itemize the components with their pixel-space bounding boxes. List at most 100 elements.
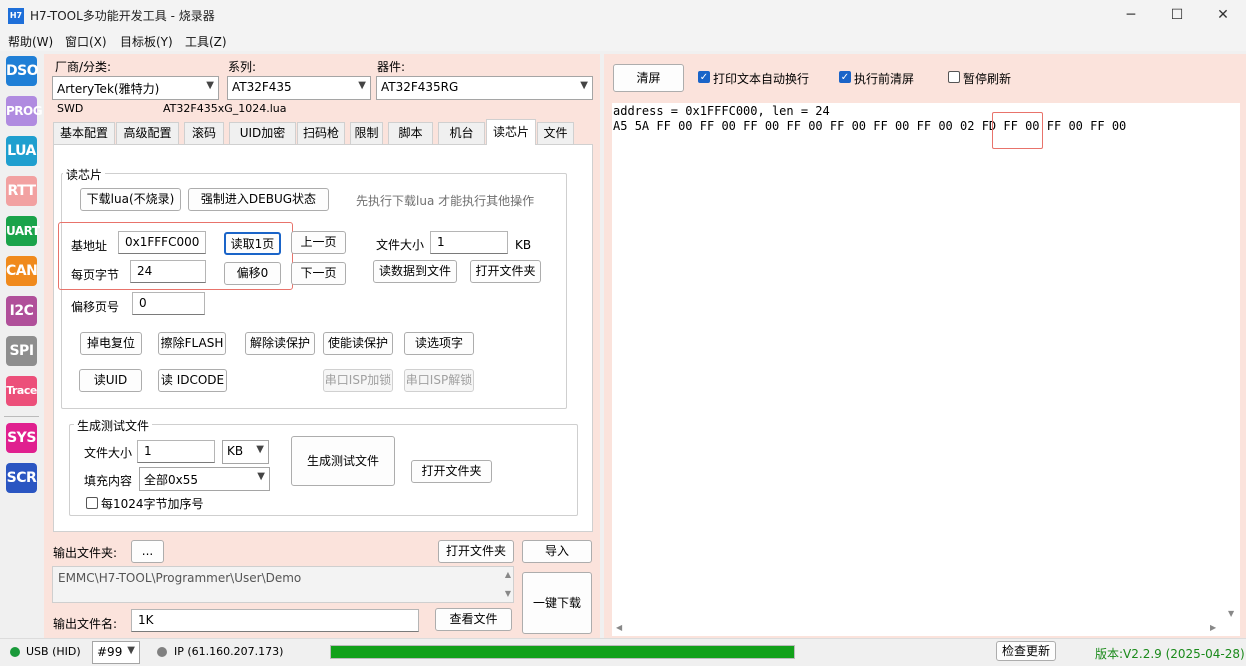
wrap-checkbox[interactable]: ✓ — [698, 71, 710, 83]
read-idcode-button[interactable]: 读 IDCODE — [158, 369, 227, 392]
seq-checkbox[interactable] — [86, 497, 98, 509]
browse-button[interactable]: ... — [131, 540, 164, 563]
chevron-down-icon: ▼ — [257, 471, 265, 482]
clear-screen-button[interactable]: 清屏 — [613, 64, 684, 92]
isp-unlock-button[interactable]: 串口ISP解锁 — [404, 369, 474, 392]
console-line-address: address = 0x1FFFC000, len = 24 — [613, 104, 830, 118]
menu-tools[interactable]: 工具(Z) — [185, 33, 227, 50]
tab-9[interactable]: 文件 — [537, 122, 574, 144]
menu-target[interactable]: 目标板(Y) — [120, 33, 173, 50]
sidebar-item-i2c[interactable]: I2C — [6, 296, 37, 326]
hint-text: 先执行下载lua 才能执行其他操作 — [356, 194, 535, 208]
isp-lock-button[interactable]: 串口ISP加锁 — [323, 369, 393, 392]
console-hscrollbar[interactable]: ◀ ▶ — [612, 621, 1240, 636]
generate-button[interactable]: 生成测试文件 — [291, 436, 395, 486]
scroll-left-icon[interactable]: ◀ — [616, 623, 622, 632]
output-folder-label: 输出文件夹: — [53, 546, 118, 560]
gen-open-folder-button[interactable]: 打开文件夹 — [411, 460, 492, 483]
sidebar-item-trace[interactable]: Trace — [6, 376, 37, 406]
scroll-right-icon[interactable]: ▶ — [1210, 623, 1216, 632]
maximize-button[interactable]: ☐ — [1154, 0, 1200, 31]
tab-7[interactable]: 机台 — [438, 122, 485, 144]
check-update-button[interactable]: 检查更新 — [996, 641, 1056, 661]
one-click-download-button[interactable]: 一键下载 — [522, 572, 592, 634]
tab-5[interactable]: 限制 — [350, 122, 383, 144]
tab-6[interactable]: 脚本 — [388, 122, 433, 144]
sidebar-divider — [4, 416, 39, 417]
tab-3[interactable]: UID加密 — [229, 122, 296, 144]
sidebar-item-lua[interactable]: LUA — [6, 136, 37, 166]
output-path-box[interactable]: EMMC\H7-TOOL\Programmer\User\Demo ▲ ▼ — [52, 566, 514, 603]
unprotect-button[interactable]: 解除读保护 — [245, 332, 315, 355]
chevron-down-icon: ▼ — [580, 80, 588, 91]
tab-0[interactable]: 基本配置 — [53, 122, 115, 144]
interface-label: SWD — [57, 102, 84, 115]
offset0-button[interactable]: 偏移0 — [224, 262, 281, 285]
sidebar-item-prog[interactable]: PROG — [6, 96, 43, 126]
minimize-button[interactable]: ─ — [1108, 0, 1154, 31]
file-size-label: 文件大小 — [376, 238, 425, 252]
console-output[interactable]: address = 0x1FFFC000, len = 24 A5 5A FF … — [612, 103, 1225, 621]
download-lua-button[interactable]: 下载lua(不烧录) — [80, 188, 181, 211]
console-byte: FF — [786, 119, 801, 133]
sidebar-item-dso[interactable]: DSO — [6, 56, 39, 86]
tab-2[interactable]: 滚码 — [184, 122, 224, 144]
file-size-input[interactable]: 1 — [430, 231, 508, 254]
sidebar-item-scr[interactable]: SCR — [6, 463, 37, 493]
close-button[interactable]: ✕ — [1200, 0, 1246, 31]
menu-window[interactable]: 窗口(X) — [65, 33, 107, 50]
prev-page-button[interactable]: 上一页 — [291, 231, 346, 254]
protect-button[interactable]: 使能读保护 — [323, 332, 393, 355]
option-bytes-button[interactable]: 读选项字 — [404, 332, 474, 355]
gen-unit-select[interactable]: KB ▼ — [222, 440, 269, 464]
console-byte: FF — [743, 119, 758, 133]
vendor-select[interactable]: ArteryTek(雅特力) ▼ — [52, 76, 219, 100]
import-button[interactable]: 导入 — [522, 540, 592, 563]
menu-help[interactable]: 帮助(W) — [8, 33, 53, 50]
base-addr-label: 基地址 — [71, 239, 108, 253]
tab-1[interactable]: 高级配置 — [116, 122, 179, 144]
chevron-down-icon: ▼ — [206, 80, 214, 91]
view-file-button[interactable]: 查看文件 — [435, 608, 512, 631]
scroll-down-icon[interactable]: ▼ — [1228, 609, 1234, 618]
window-title: H7-TOOL多功能开发工具 - 烧录器 — [30, 9, 215, 23]
output-name-label: 输出文件名: — [53, 617, 118, 631]
sidebar-item-sys[interactable]: SYS — [6, 423, 37, 453]
gen-size-input[interactable]: 1 — [137, 440, 215, 463]
open-folder-button[interactable]: 打开文件夹 — [470, 260, 541, 283]
bytes-per-page-input[interactable]: 24 — [130, 260, 206, 283]
device-select[interactable]: AT32F435RG ▼ — [376, 76, 593, 100]
next-page-button[interactable]: 下一页 — [291, 262, 346, 285]
console-byte: FF — [699, 119, 715, 133]
fill-select[interactable]: 全部0x55 ▼ — [139, 467, 270, 491]
read-to-file-button[interactable]: 读数据到文件 — [373, 260, 457, 283]
sidebar-item-can[interactable]: CAN — [6, 256, 38, 286]
sidebar-item-rtt[interactable]: RTT — [6, 176, 37, 206]
scroll-down-icon[interactable]: ▼ — [505, 589, 511, 598]
clear-before-checkbox[interactable]: ✓ — [839, 71, 851, 83]
erase-flash-button[interactable]: 擦除FLASH — [158, 332, 226, 355]
base-addr-input[interactable]: 0x1FFFC000 — [118, 231, 206, 254]
pause-checkbox[interactable] — [948, 71, 960, 83]
power-reset-button[interactable]: 掉电复位 — [80, 332, 142, 355]
fill-value: 全部0x55 — [144, 473, 199, 487]
sidebar-item-uart[interactable]: UART — [6, 216, 40, 246]
read-page-button[interactable]: 读取1页 — [224, 232, 281, 255]
tab-4[interactable]: 扫码枪 — [297, 122, 345, 144]
sidebar-item-spi[interactable]: SPI — [6, 336, 37, 366]
scroll-up-icon[interactable]: ▲ — [505, 570, 511, 579]
console-byte: FF — [873, 119, 888, 133]
force-debug-button[interactable]: 强制进入DEBUG状态 — [188, 188, 329, 211]
series-select[interactable]: AT32F435 ▼ — [227, 76, 371, 100]
offset-page-input[interactable]: 0 — [132, 292, 205, 315]
read-uid-button[interactable]: 读UID — [79, 369, 142, 392]
usb-status: USB (HID) — [26, 645, 81, 658]
usb-status-icon — [10, 647, 20, 657]
console-byte: 5A — [634, 119, 650, 133]
output-open-folder-button[interactable]: 打开文件夹 — [438, 540, 514, 563]
device-id-select[interactable]: #99 ▼ — [92, 641, 140, 664]
seq-label: 每1024字节加序号 — [101, 497, 204, 511]
console-vscrollbar[interactable]: ▼ — [1225, 103, 1240, 621]
tab-8[interactable]: 读芯片 — [486, 119, 536, 145]
output-name-input[interactable]: 1K — [131, 609, 419, 632]
